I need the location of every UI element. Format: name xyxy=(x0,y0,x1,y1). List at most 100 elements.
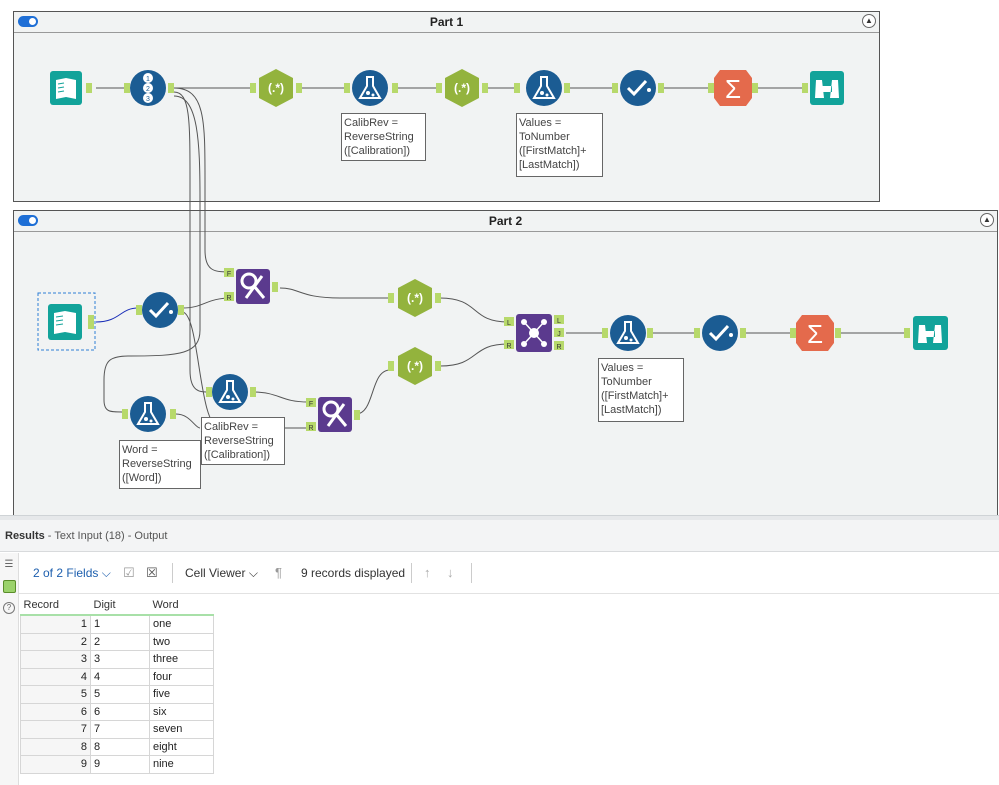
digit-cell[interactable]: 8 xyxy=(90,737,150,756)
record-cell: 2 xyxy=(20,632,91,651)
grid-header-row: Record Digit Word xyxy=(20,596,214,616)
record-cell: 9 xyxy=(20,755,91,774)
annotation-values: Values = ToNumber ([FirstMatch]+ [LastMa… xyxy=(516,113,603,177)
digit-cell[interactable]: 3 xyxy=(90,650,150,669)
table-row[interactable]: 8 8 eight xyxy=(20,737,214,756)
close-box-icon[interactable]: ☒ xyxy=(146,553,158,593)
record-digit-1: 1 xyxy=(146,76,150,83)
arrow-down-icon[interactable]: ↓ xyxy=(447,553,454,593)
table-row[interactable]: 9 9 nine xyxy=(20,755,214,774)
join-output-l: L xyxy=(557,318,561,325)
input-anchor-r: R xyxy=(226,295,231,302)
chevron-down-icon: ⌵ xyxy=(101,566,111,580)
formula-tool[interactable] xyxy=(122,394,178,434)
record-cell: 8 xyxy=(20,737,91,756)
digit-cell[interactable]: 2 xyxy=(90,632,150,651)
records-count: 9 records displayed xyxy=(301,566,406,580)
summarize-tool[interactable]: Σ xyxy=(790,313,842,353)
input-anchor-f: F xyxy=(227,271,231,278)
fields-selector[interactable]: 2 of 2 Fields ⌵ xyxy=(33,553,111,593)
record-digit-3: 3 xyxy=(146,96,150,103)
results-title: Results xyxy=(5,530,45,542)
chevron-down-icon: ⌵ xyxy=(248,566,258,580)
column-header-record[interactable]: Record xyxy=(20,596,91,616)
digit-cell[interactable]: 1 xyxy=(90,614,150,634)
results-subtitle: - Text Input (18) - Output xyxy=(44,530,168,542)
table-row[interactable]: 7 7 seven xyxy=(20,720,214,739)
help-icon[interactable]: ? xyxy=(3,602,15,614)
input-anchor-f: F xyxy=(309,401,313,408)
record-cell: 5 xyxy=(20,685,91,704)
word-cell[interactable]: two xyxy=(149,632,214,651)
word-cell[interactable]: one xyxy=(149,614,214,634)
select-tool[interactable] xyxy=(136,290,184,330)
annotation-values: Values = ToNumber ([FirstMatch]+ [LastMa… xyxy=(598,358,684,422)
pilcrow-icon[interactable]: ¶ xyxy=(275,553,282,593)
regex-tool[interactable]: (.*) xyxy=(388,278,442,318)
column-header-digit[interactable]: Digit xyxy=(90,596,150,616)
annotation-calibrev: CalibRev = ReverseString ([Calibration]) xyxy=(341,113,426,161)
annotation-calibrev: CalibRev = ReverseString ([Calibration]) xyxy=(201,417,285,465)
digit-cell[interactable]: 7 xyxy=(90,720,150,739)
word-cell[interactable]: nine xyxy=(149,755,214,774)
word-cell[interactable]: five xyxy=(149,685,214,704)
cell-viewer-dropdown[interactable]: Cell Viewer ⌵ xyxy=(185,553,258,593)
word-cell[interactable]: six xyxy=(149,702,214,721)
word-cell[interactable]: three xyxy=(149,650,214,669)
formula-tool[interactable] xyxy=(206,372,258,412)
results-header: Results - Text Input (18) - Output xyxy=(0,520,999,552)
regex-tool[interactable]: (.*) xyxy=(436,68,488,108)
arrow-up-icon[interactable]: ↑ xyxy=(424,553,431,593)
input-anchor-r: R xyxy=(308,425,313,432)
results-grid[interactable]: Record Digit Word 1 1 one 2 2 two 3 3 three 44… xyxy=(20,596,214,774)
regex-tool[interactable]: (.*) xyxy=(250,68,302,108)
join-input-l: L xyxy=(507,320,511,327)
checkbox-icon[interactable]: ☑ xyxy=(123,553,135,593)
regex-label: (.*) xyxy=(407,359,423,373)
text-input-tool[interactable] xyxy=(48,70,98,106)
digit-cell[interactable]: 6 xyxy=(90,702,150,721)
word-cell[interactable]: eight xyxy=(149,737,214,756)
browse-tool[interactable] xyxy=(904,315,950,351)
record-cell: 6 xyxy=(20,702,91,721)
table-row[interactable]: 6 6 six xyxy=(20,702,214,721)
data-tag-icon[interactable] xyxy=(3,580,16,593)
digit-cell[interactable]: 5 xyxy=(90,685,150,704)
table-row[interactable]: 1 1 one xyxy=(20,614,214,634)
find-replace-tool[interactable]: F R xyxy=(306,396,364,434)
digit-cell[interactable]: 9 xyxy=(90,755,150,774)
table-row[interactable]: 4 4 four xyxy=(20,667,214,686)
record-cell: 3 xyxy=(20,650,91,669)
record-cell: 4 xyxy=(20,667,91,686)
record-digit-2: 2 xyxy=(146,86,150,93)
record-cell: 1 xyxy=(20,614,91,634)
digit-cell[interactable]: 4 xyxy=(90,667,150,686)
text-input-tool[interactable] xyxy=(46,302,100,342)
select-tool[interactable] xyxy=(694,313,746,353)
list-icon[interactable]: ☰ xyxy=(3,559,15,571)
table-row[interactable]: 3 3 three xyxy=(20,650,214,669)
regex-tool[interactable]: (.*) xyxy=(388,346,442,386)
browse-tool[interactable] xyxy=(802,70,846,106)
regex-label: (.*) xyxy=(407,291,423,305)
find-replace-tool[interactable]: F R xyxy=(224,268,282,306)
cell-viewer-label: Cell Viewer xyxy=(185,566,246,580)
join-output-j: J xyxy=(557,331,561,338)
formula-tool[interactable] xyxy=(602,313,654,353)
formula-tool[interactable] xyxy=(344,68,400,108)
formula-tool[interactable] xyxy=(514,68,570,108)
column-header-word[interactable]: Word xyxy=(149,596,214,616)
workflow-canvas[interactable]: Part 1 ▲ Part 2 ▲ 1 2 3 (.*) (.*) Σ F R … xyxy=(0,0,999,515)
word-cell[interactable]: four xyxy=(149,667,214,686)
svg-text:Σ: Σ xyxy=(725,74,741,104)
join-input-r: R xyxy=(506,343,511,350)
summarize-tool[interactable]: Σ xyxy=(708,68,758,108)
word-cell[interactable]: seven xyxy=(149,720,214,739)
select-tool[interactable] xyxy=(612,68,664,108)
table-row[interactable]: 5 5 five xyxy=(20,685,214,704)
record-id-tool[interactable]: 1 2 3 xyxy=(124,68,178,108)
table-row[interactable]: 2 2 two xyxy=(20,632,214,651)
record-cell: 7 xyxy=(20,720,91,739)
fields-label: 2 of 2 Fields xyxy=(33,566,99,580)
join-tool[interactable]: L R L J R xyxy=(504,312,566,354)
